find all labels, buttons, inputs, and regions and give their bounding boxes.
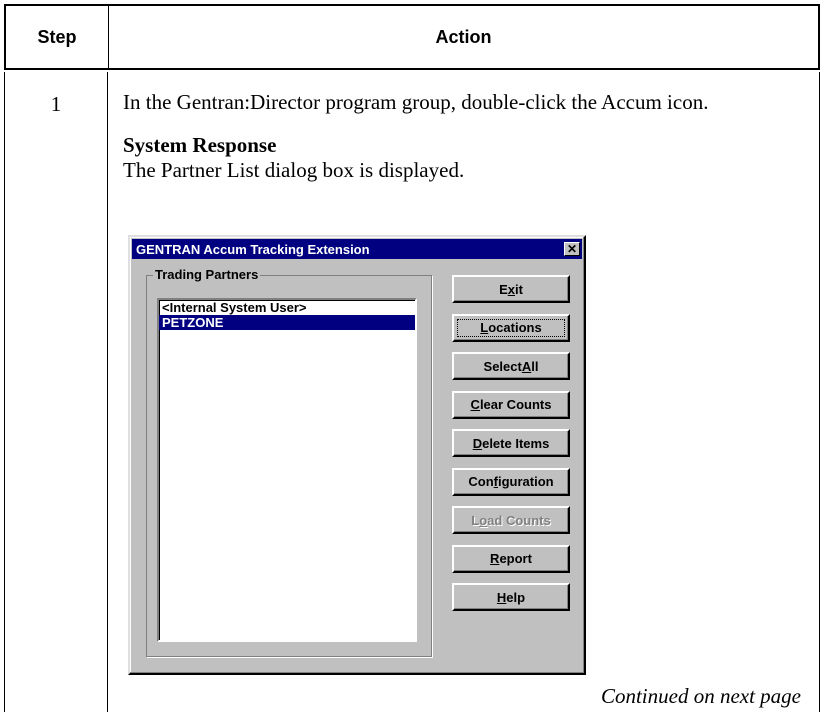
- button-mnemonic: H: [496, 589, 507, 605]
- button-label-part: lear Counts: [479, 397, 552, 412]
- report-button[interactable]: Report: [452, 544, 570, 573]
- button-label-part: Con: [468, 474, 494, 489]
- step-number: 1: [50, 92, 62, 116]
- partner-listbox[interactable]: <Internal System User> PETZONE: [157, 298, 417, 642]
- group-label: Trading Partners: [153, 267, 261, 282]
- button-label-part: L: [471, 512, 480, 528]
- system-response-text: The Partner List dialog box is displayed…: [123, 158, 465, 182]
- list-item[interactable]: <Internal System User>: [159, 300, 415, 315]
- header-action: Action: [435, 26, 492, 47]
- button-label-part: iguration: [498, 474, 554, 489]
- button-mnemonic: C: [470, 397, 480, 412]
- button-mnemonic: L: [480, 320, 489, 335]
- button-label-part: eport: [499, 551, 532, 566]
- locations-button[interactable]: Locations: [452, 313, 570, 342]
- button-label-part: elp: [506, 589, 526, 605]
- trading-partners-group: Trading Partners <Internal System User> P…: [146, 267, 432, 657]
- list-item[interactable]: PETZONE: [159, 315, 415, 330]
- accum-tracking-dialog: GENTRAN Accum Tracking Extension ✕ Tradi…: [128, 235, 586, 675]
- dialog-titlebar[interactable]: GENTRAN Accum Tracking Extension ✕: [132, 239, 582, 259]
- button-label-part: E: [499, 281, 508, 297]
- load-counts-button[interactable]: Lo ad Counts: [452, 506, 570, 534]
- exit-button[interactable]: Ex it: [452, 275, 570, 303]
- select-all-button[interactable]: Select All: [452, 352, 570, 380]
- button-mnemonic: A: [521, 358, 532, 374]
- button-label-part: elete Items: [482, 435, 550, 451]
- column-divider: [107, 72, 108, 712]
- continued-note: Continued on next page: [600, 684, 801, 708]
- button-label-part: ad Counts: [487, 512, 551, 528]
- button-mnemonic: D: [472, 435, 483, 451]
- configuration-button[interactable]: Con f iguration: [452, 467, 570, 496]
- button-label-part: ll: [531, 358, 539, 374]
- instruction-text: In the Gentran:Director program group, d…: [123, 90, 709, 114]
- button-mnemonic: x: [507, 281, 515, 297]
- button-mnemonic: R: [490, 551, 500, 566]
- button-label-part: ocations: [488, 320, 542, 335]
- action-cell: In the Gentran:Director program group, d…: [123, 90, 803, 183]
- button-label-part: Select: [483, 358, 522, 374]
- clear-counts-button[interactable]: Clear Counts: [452, 390, 570, 419]
- button-mnemonic: o: [479, 512, 488, 528]
- close-icon[interactable]: ✕: [564, 242, 580, 256]
- header-step: Step: [6, 6, 109, 68]
- button-label-part: it: [514, 281, 523, 297]
- delete-items-button[interactable]: Delete Items: [452, 429, 570, 457]
- dialog-title: GENTRAN Accum Tracking Extension: [136, 241, 370, 257]
- system-response-heading: System Response: [123, 133, 277, 157]
- help-button[interactable]: Help: [452, 583, 570, 611]
- table-header-row: Step Action: [4, 4, 820, 70]
